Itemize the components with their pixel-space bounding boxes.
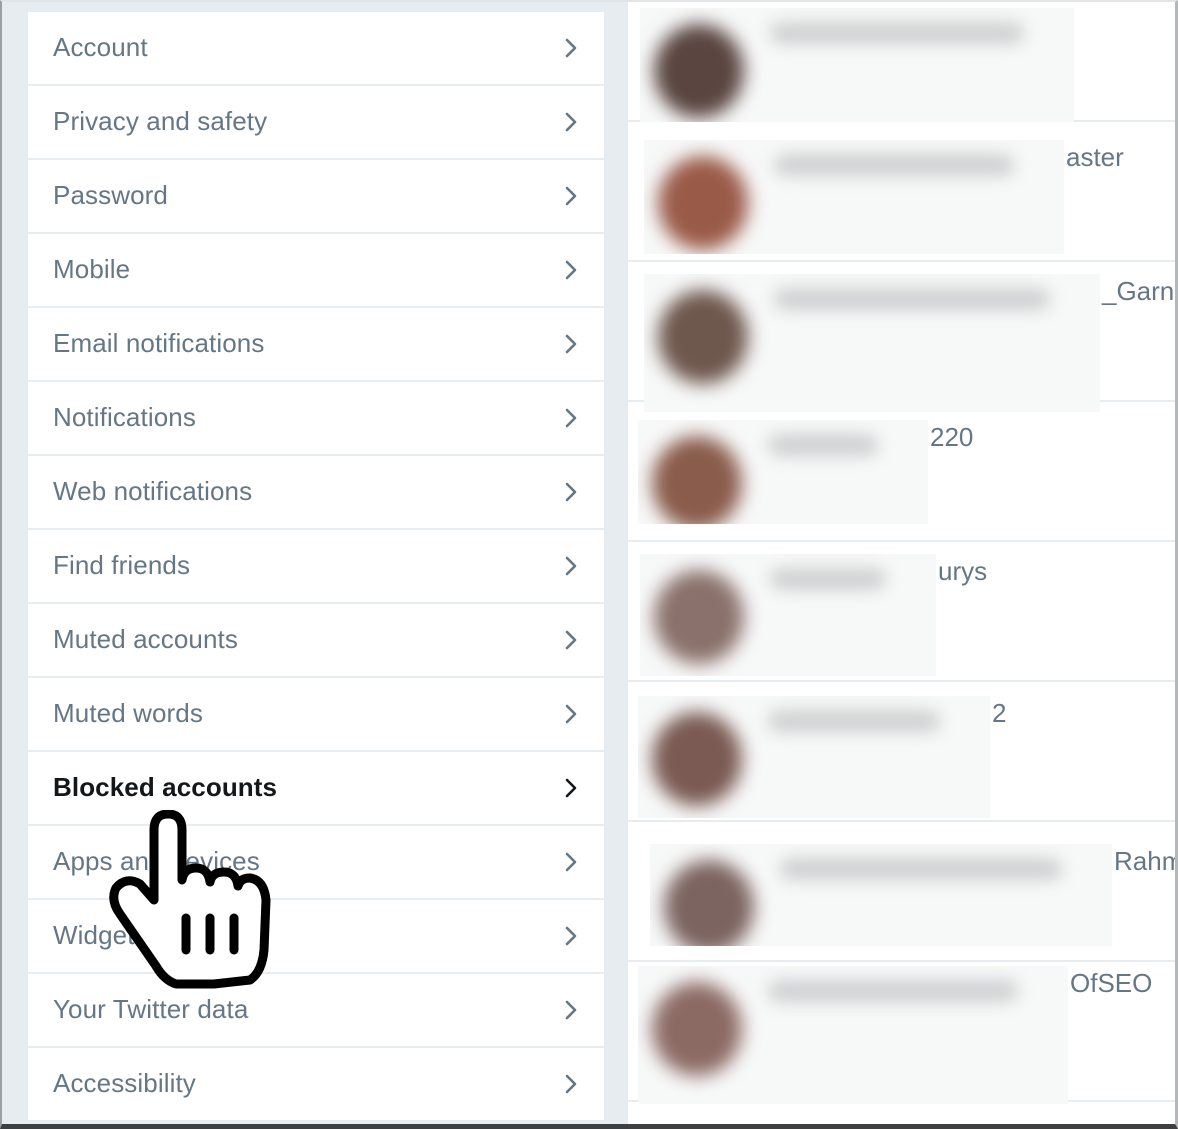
blocked-account-row[interactable]: 220: [628, 402, 1175, 542]
redacted-name: [768, 710, 940, 732]
menu-item-muted-accounts[interactable]: Muted accounts: [28, 604, 604, 678]
menu-item-accessibility[interactable]: Accessibility: [28, 1048, 604, 1122]
blocked-accounts-list: aster _Garnh 220 urys 2 Rahm OfSEO: [628, 2, 1178, 1124]
avatar[interactable]: [654, 24, 744, 118]
menu-item-account[interactable]: Account: [28, 12, 604, 86]
chevron-right-icon: [565, 38, 577, 58]
chevron-right-icon: [565, 778, 577, 798]
redacted-profile-region: [638, 420, 928, 524]
chevron-right-icon: [565, 1074, 577, 1094]
avatar[interactable]: [652, 982, 742, 1076]
menu-item-label: Password: [53, 179, 168, 210]
menu-item-your-twitter-data[interactable]: Your Twitter data: [28, 974, 604, 1048]
redacted-profile-region: [644, 140, 1064, 254]
menu-item-muted-words[interactable]: Muted words: [28, 678, 604, 752]
redacted-name: [780, 858, 1062, 880]
menu-item-blocked-accounts[interactable]: Blocked accounts: [28, 752, 604, 826]
menu-item-privacy-and-safety[interactable]: Privacy and safety: [28, 86, 604, 160]
chevron-right-icon: [565, 482, 577, 502]
avatar[interactable]: [658, 290, 748, 384]
menu-item-find-friends[interactable]: Find friends: [28, 530, 604, 604]
redacted-name: [770, 22, 1024, 44]
avatar[interactable]: [658, 156, 748, 250]
menu-item-label: Accessibility: [53, 1067, 196, 1098]
chevron-right-icon: [565, 1000, 577, 1020]
chevron-right-icon: [565, 704, 577, 724]
menu-item-label: Find friends: [53, 549, 191, 580]
blocked-account-row[interactable]: _Garnh: [628, 262, 1175, 412]
menu-item-apps-and-devices[interactable]: Apps and devices: [28, 826, 604, 900]
avatar[interactable]: [664, 860, 754, 946]
menu-item-label: Widgets: [53, 919, 148, 950]
menu-item-password[interactable]: Password: [28, 160, 604, 234]
menu-item-label: Account: [53, 31, 148, 62]
menu-item-email-notifications[interactable]: Email notifications: [28, 308, 604, 382]
menu-item-widgets[interactable]: Widgets: [28, 900, 604, 974]
redacted-name: [770, 568, 886, 590]
blocked-account-row[interactable]: OfSEO: [628, 962, 1175, 1104]
menu-item-notifications[interactable]: Notifications: [28, 382, 604, 456]
redacted-name: [774, 288, 1050, 310]
menu-item-label: Email notifications: [53, 327, 265, 358]
username-fragment: 2: [992, 698, 1007, 728]
redacted-name: [768, 980, 1018, 1002]
redacted-profile-region: [638, 696, 990, 818]
menu-item-label: Mobile: [53, 253, 131, 284]
menu-item-mobile[interactable]: Mobile: [28, 234, 604, 308]
redacted-profile-region: [644, 274, 1100, 412]
redacted-profile-region: [640, 554, 936, 676]
redacted-name: [774, 154, 1014, 176]
avatar[interactable]: [654, 570, 744, 664]
menu-item-label: Blocked accounts: [53, 771, 278, 802]
window-frame: Account Privacy and safety Password Mobi…: [0, 0, 1178, 1129]
chevron-right-icon: [565, 334, 577, 354]
menu-item-label: Notifications: [53, 401, 196, 432]
avatar[interactable]: [652, 712, 742, 806]
menu-item-label: Apps and devices: [53, 845, 260, 876]
redacted-profile-region: [650, 844, 1112, 946]
username-fragment: _Garnh: [1102, 276, 1175, 306]
menu-item-label: Your Twitter data: [53, 993, 249, 1024]
chevron-right-icon: [565, 852, 577, 872]
blocked-account-row[interactable]: aster: [628, 122, 1175, 262]
chevron-right-icon: [565, 556, 577, 576]
chevron-right-icon: [565, 186, 577, 206]
username-fragment: 220: [930, 422, 974, 452]
menu-item-label: Web notifications: [53, 475, 253, 506]
menu-item-label: Privacy and safety: [53, 105, 268, 136]
chevron-right-icon: [565, 112, 577, 132]
chevron-right-icon: [565, 630, 577, 650]
redacted-profile-region: [640, 8, 1074, 122]
chevron-right-icon: [565, 926, 577, 946]
blocked-account-row[interactable]: 2: [628, 682, 1175, 822]
chevron-right-icon: [565, 408, 577, 428]
chevron-right-icon: [565, 260, 577, 280]
menu-item-label: Muted words: [53, 697, 203, 728]
menu-item-web-notifications[interactable]: Web notifications: [28, 456, 604, 530]
blocked-account-row[interactable]: urys: [628, 542, 1175, 682]
settings-menu: Account Privacy and safety Password Mobi…: [28, 12, 604, 1122]
redacted-name: [768, 434, 878, 456]
redacted-profile-region: [638, 966, 1068, 1104]
username-fragment: aster: [1066, 142, 1124, 172]
blocked-account-row[interactable]: [628, 2, 1175, 122]
blocked-account-row[interactable]: Rahm: [628, 822, 1178, 962]
avatar[interactable]: [652, 436, 742, 524]
menu-item-label: Muted accounts: [53, 623, 238, 654]
username-fragment: urys: [938, 556, 988, 586]
username-fragment: Rahm: [1114, 846, 1178, 876]
username-fragment: OfSEO: [1070, 968, 1153, 998]
